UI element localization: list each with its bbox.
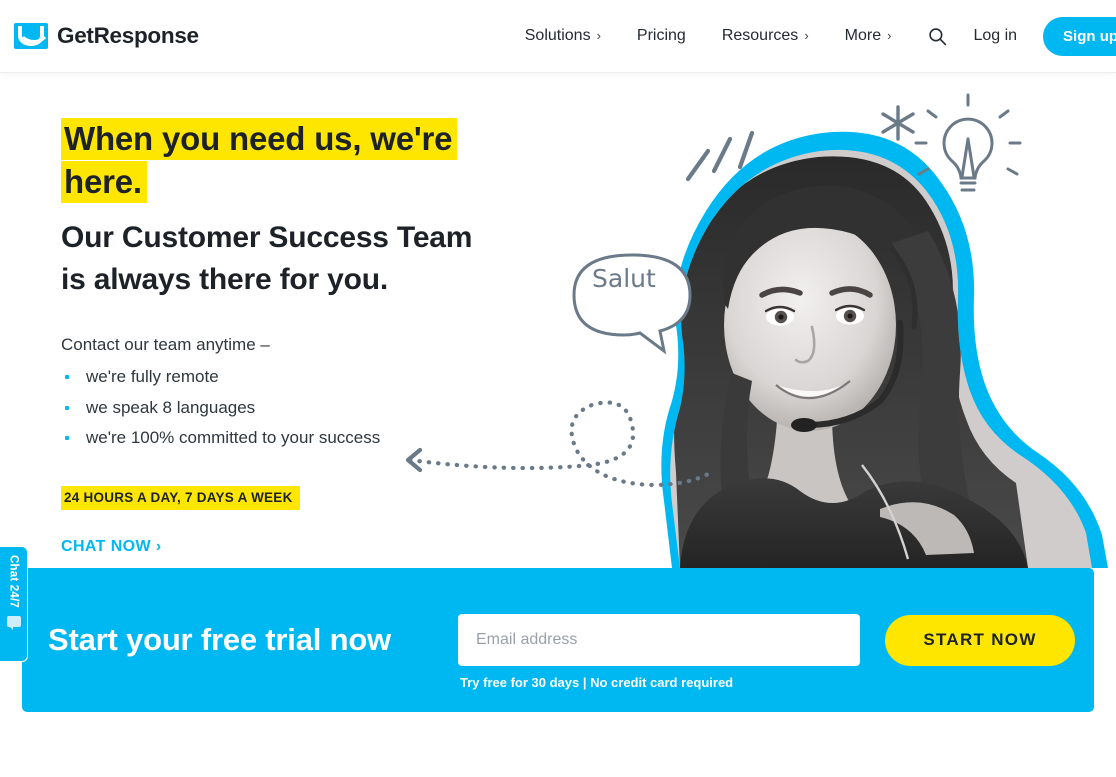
free-trial-cta-bar: Start your free trial now Try free for 3… <box>22 568 1094 712</box>
chat-widget-tab[interactable]: Chat 24/7 <box>0 546 28 662</box>
nav-label: Resources <box>721 27 799 44</box>
search-icon[interactable] <box>928 27 947 46</box>
chevron-right-icon: › <box>804 28 809 43</box>
nav-item-pricing[interactable]: Pricing <box>637 27 686 45</box>
email-input[interactable] <box>458 614 860 666</box>
nav-item-resources[interactable]: Resources › <box>722 27 809 45</box>
cta-note: Try free for 30 days | No credit card re… <box>460 675 734 690</box>
page-root: GetResponse Solutions › Pricing Resource… <box>0 0 1116 777</box>
signup-free-button[interactable]: Sign up free <box>1043 16 1116 56</box>
logo-text: GetResponse <box>57 23 199 48</box>
hero-illustration: Salut <box>405 93 1108 568</box>
speech-bubble-text: Salut <box>592 264 656 293</box>
chat-bubble-icon <box>6 615 21 630</box>
subheadline-line-2: is always there for you. <box>61 263 388 297</box>
chevron-right-icon: › <box>887 28 892 43</box>
nav-item-solutions[interactable]: Solutions › <box>525 27 601 45</box>
availability-badge: 24 HOURS A DAY, 7 DAYS A WEEK <box>61 486 300 511</box>
nav-label: More <box>844 27 882 44</box>
cta-title: Start your free trial now <box>48 622 391 658</box>
envelope-icon <box>14 23 48 49</box>
nav-label: Pricing <box>636 27 686 44</box>
start-now-button[interactable]: START NOW <box>885 614 1075 666</box>
logo[interactable]: GetResponse <box>14 23 199 49</box>
trial-signup-form: Try free for 30 days | No credit card re… <box>458 614 860 690</box>
header-actions: Log in Sign up free <box>928 16 1116 56</box>
speech-bubble: Salut <box>572 253 692 355</box>
sparkle-icon <box>881 105 915 141</box>
site-header: GetResponse Solutions › Pricing Resource… <box>0 0 1116 73</box>
hero-artwork: Salut <box>380 73 1116 568</box>
chat-widget-label: Chat 24/7 <box>7 555 20 608</box>
login-link[interactable]: Log in <box>973 27 1017 45</box>
hero-section: When you need us, we're here. Our Custom… <box>0 73 1116 568</box>
headline-line-2: here. <box>61 160 147 203</box>
chevron-right-icon: › <box>596 28 601 43</box>
nav-label: Solutions <box>524 27 591 44</box>
main-nav: Solutions › Pricing Resources › More › <box>525 27 892 45</box>
nav-item-more[interactable]: More › <box>845 27 892 45</box>
